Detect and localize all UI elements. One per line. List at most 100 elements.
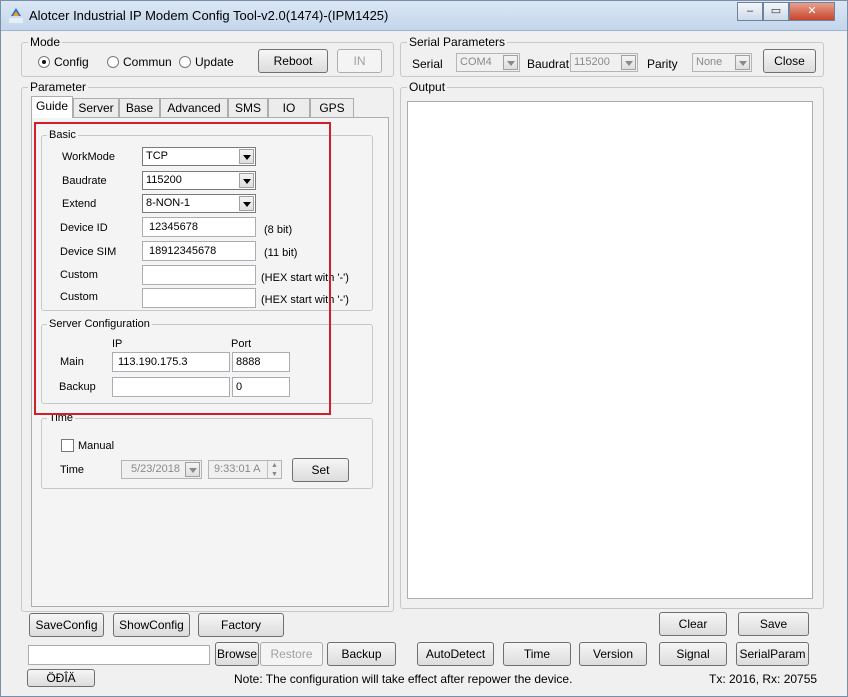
window-title: Alotcer Industrial IP Modem Config Tool-… [29,8,389,23]
backup-server-label: Backup [59,381,96,393]
tab-gps[interactable]: GPS [310,98,354,118]
parameter-group-title: Parameter [28,80,89,94]
title-bar: Alotcer Industrial IP Modem Config Tool-… [1,1,847,31]
tab-io[interactable]: IO [268,98,310,118]
time-label: Time [60,464,85,476]
app-logo-icon [8,7,24,25]
tab-base[interactable]: Base [119,98,160,118]
custom1-hint: (HEX start with '-') [261,272,349,284]
device-id-input[interactable]: 12345678 [142,217,256,237]
set-time-button[interactable]: Set [292,458,349,482]
main-server-label: Main [60,356,84,368]
date-picker[interactable]: 5/23/2018 [121,460,202,479]
repower-note: Note: The configuration will take effect… [234,672,573,686]
serial-port-select[interactable]: COM4 [456,53,520,72]
device-id-hint: (8 bit) [264,224,293,236]
chevron-down-icon [621,55,636,70]
show-config-button[interactable]: ShowConfig [113,613,190,637]
custom2-hint: (HEX start with '-') [261,294,349,306]
browse-button[interactable]: Browse [215,642,259,666]
backup-button[interactable]: Backup [327,642,396,666]
extend-select[interactable]: 8-NON-1 [142,194,256,213]
baudrate-param-label: Baudrate [62,175,107,187]
device-id-label: Device ID [60,222,108,234]
mode-config-radio[interactable] [38,56,50,68]
custom2-input[interactable] [142,288,256,308]
signal-button[interactable]: Signal [659,642,727,666]
reboot-button[interactable]: Reboot [258,49,328,73]
manual-checkbox[interactable] [61,439,74,452]
custom1-input[interactable] [142,265,256,285]
tab-server[interactable]: Server [73,98,119,118]
in-button[interactable]: IN [337,49,382,73]
save-config-button[interactable]: SaveConfig [29,613,104,637]
baudrate-param-select[interactable]: 115200 [142,171,256,190]
chevron-down-icon [239,149,254,164]
workmode-value: TCP [146,150,168,162]
mode-commun-radio[interactable] [107,56,119,68]
basic-group-title: Basic [47,129,78,141]
serial-param-button[interactable]: SerialParam [736,642,809,666]
workmode-label: WorkMode [62,151,115,163]
time-picker[interactable]: 9:33:01 A ▲ ▼ [208,460,282,479]
custom2-label: Custom [60,291,98,303]
date-value: 5/23/2018 [131,463,180,475]
spinner-icon[interactable]: ▲ ▼ [267,461,281,478]
tab-guide[interactable]: Guide [31,96,73,118]
restore-button[interactable]: Restore [260,642,323,666]
close-icon: ✕ [807,5,817,17]
chevron-down-icon [735,55,750,70]
time-value: 9:33:01 A [214,463,261,475]
manual-label: Manual [78,440,115,452]
close-window-button[interactable]: ✕ [789,2,835,21]
save-output-button[interactable]: Save [738,612,809,636]
time-group-title: Time [47,412,76,424]
maximize-button[interactable]: ▭ [763,2,789,21]
mode-commun-label: Commun [123,55,172,69]
autodetect-button[interactable]: AutoDetect [417,642,494,666]
mode-config-label: Config [54,55,89,69]
chevron-down-icon [185,462,200,477]
parity-select[interactable]: None [692,53,752,72]
version-button[interactable]: Version [579,642,647,666]
serial-baudrate-value: 115200 [574,56,610,68]
serial-baudrate-select[interactable]: 115200 [570,53,638,72]
chevron-down-icon [503,55,518,70]
main-port-input[interactable]: 8888 [232,352,290,372]
minimize-button[interactable]: – [737,2,763,21]
mode-update-radio[interactable] [179,56,191,68]
custom1-label: Custom [60,269,98,281]
server-configuration-title: Server Configuration [47,318,152,330]
mode-group-title: Mode [28,35,63,49]
ip-header: IP [112,338,123,350]
minimize-icon: – [746,5,754,17]
output-group-title: Output [407,80,448,94]
time-button[interactable]: Time [503,642,571,666]
main-ip-input[interactable]: 113.190.175.3 [112,352,230,372]
config-tool-window: Alotcer Industrial IP Modem Config Tool-… [0,0,848,697]
tab-advanced[interactable]: Advanced [160,98,228,118]
chevron-down-icon [239,173,254,188]
backup-path-input[interactable] [28,645,210,665]
baudrate-param-value: 115200 [146,174,182,186]
chevron-down-icon [239,196,254,211]
parity-value: None [696,56,723,68]
parity-label: Parity [647,57,678,71]
language-button[interactable]: ÖÐÎÄ [27,669,95,687]
mode-update-label: Update [195,55,234,69]
baudrate-label: Baudrat [527,57,570,71]
backup-ip-input[interactable] [112,377,230,397]
device-sim-hint: (11 bit) [264,247,298,259]
tab-sms[interactable]: SMS [228,98,268,118]
output-textarea[interactable] [407,101,813,599]
serial-parameters-title: Serial Parameters [407,35,508,49]
clear-button[interactable]: Clear [659,612,727,636]
port-header: Port [231,338,252,350]
extend-label: Extend [62,198,97,210]
workmode-select[interactable]: TCP [142,147,256,166]
device-sim-input[interactable]: 18912345678 [142,241,256,261]
close-port-button[interactable]: Close [763,49,816,73]
backup-port-input[interactable]: 0 [232,377,290,397]
factory-button[interactable]: Factory [198,613,284,637]
device-sim-label: Device SIM [60,246,117,258]
